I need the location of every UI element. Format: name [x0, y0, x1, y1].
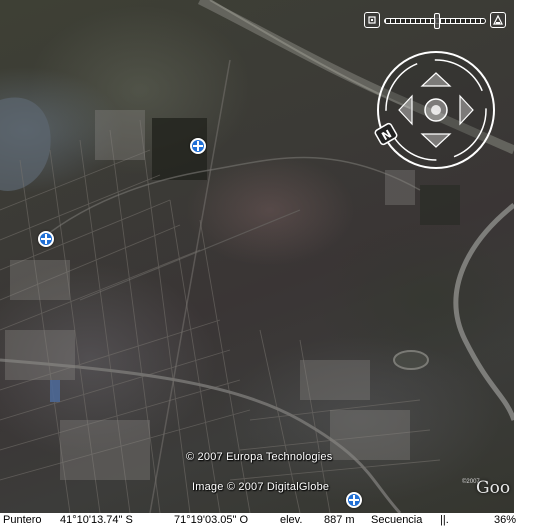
oval-track [393, 350, 429, 370]
buildings [5, 110, 415, 480]
dark-field [420, 185, 460, 225]
placemark-icon[interactable] [38, 231, 54, 247]
latitude-readout: 41°10'13.74" S [60, 514, 133, 526]
joystick-center [431, 105, 441, 115]
streaming-label: Secuencia [371, 514, 423, 526]
map-viewport[interactable]: N © 2007 Europa Technologies Image © 200… [0, 0, 514, 513]
pointer-label: Puntero [3, 514, 42, 526]
google-logo: Goo [476, 478, 511, 498]
zoom-in-icon[interactable] [490, 12, 506, 28]
elevation-label: elev. [280, 514, 303, 526]
zoom-slider-thumb[interactable] [433, 13, 440, 29]
placemark-icon[interactable] [190, 138, 206, 154]
zoom-control[interactable] [364, 12, 506, 30]
zoom-out-icon[interactable] [364, 12, 380, 28]
imagery-copyright: Image © 2007 DigitalGlobe [192, 481, 330, 493]
window-edge [514, 0, 544, 513]
data-copyright: © 2007 Europa Technologies [186, 451, 333, 463]
building [50, 380, 60, 402]
longitude-readout: 71°19'03.05" O [174, 514, 249, 526]
highway [453, 203, 514, 421]
navigation-control[interactable]: N [374, 48, 498, 172]
lake [0, 97, 51, 191]
elevation-readout: 887 m [324, 514, 355, 526]
streaming-percent: 36% [494, 514, 517, 526]
streaming-indicator: ||. [440, 514, 449, 526]
placemark-icon[interactable] [346, 492, 362, 508]
road [39, 156, 421, 241]
status-bar: Puntero 41°10'13.74" S 71°19'03.05" O el… [0, 513, 544, 529]
